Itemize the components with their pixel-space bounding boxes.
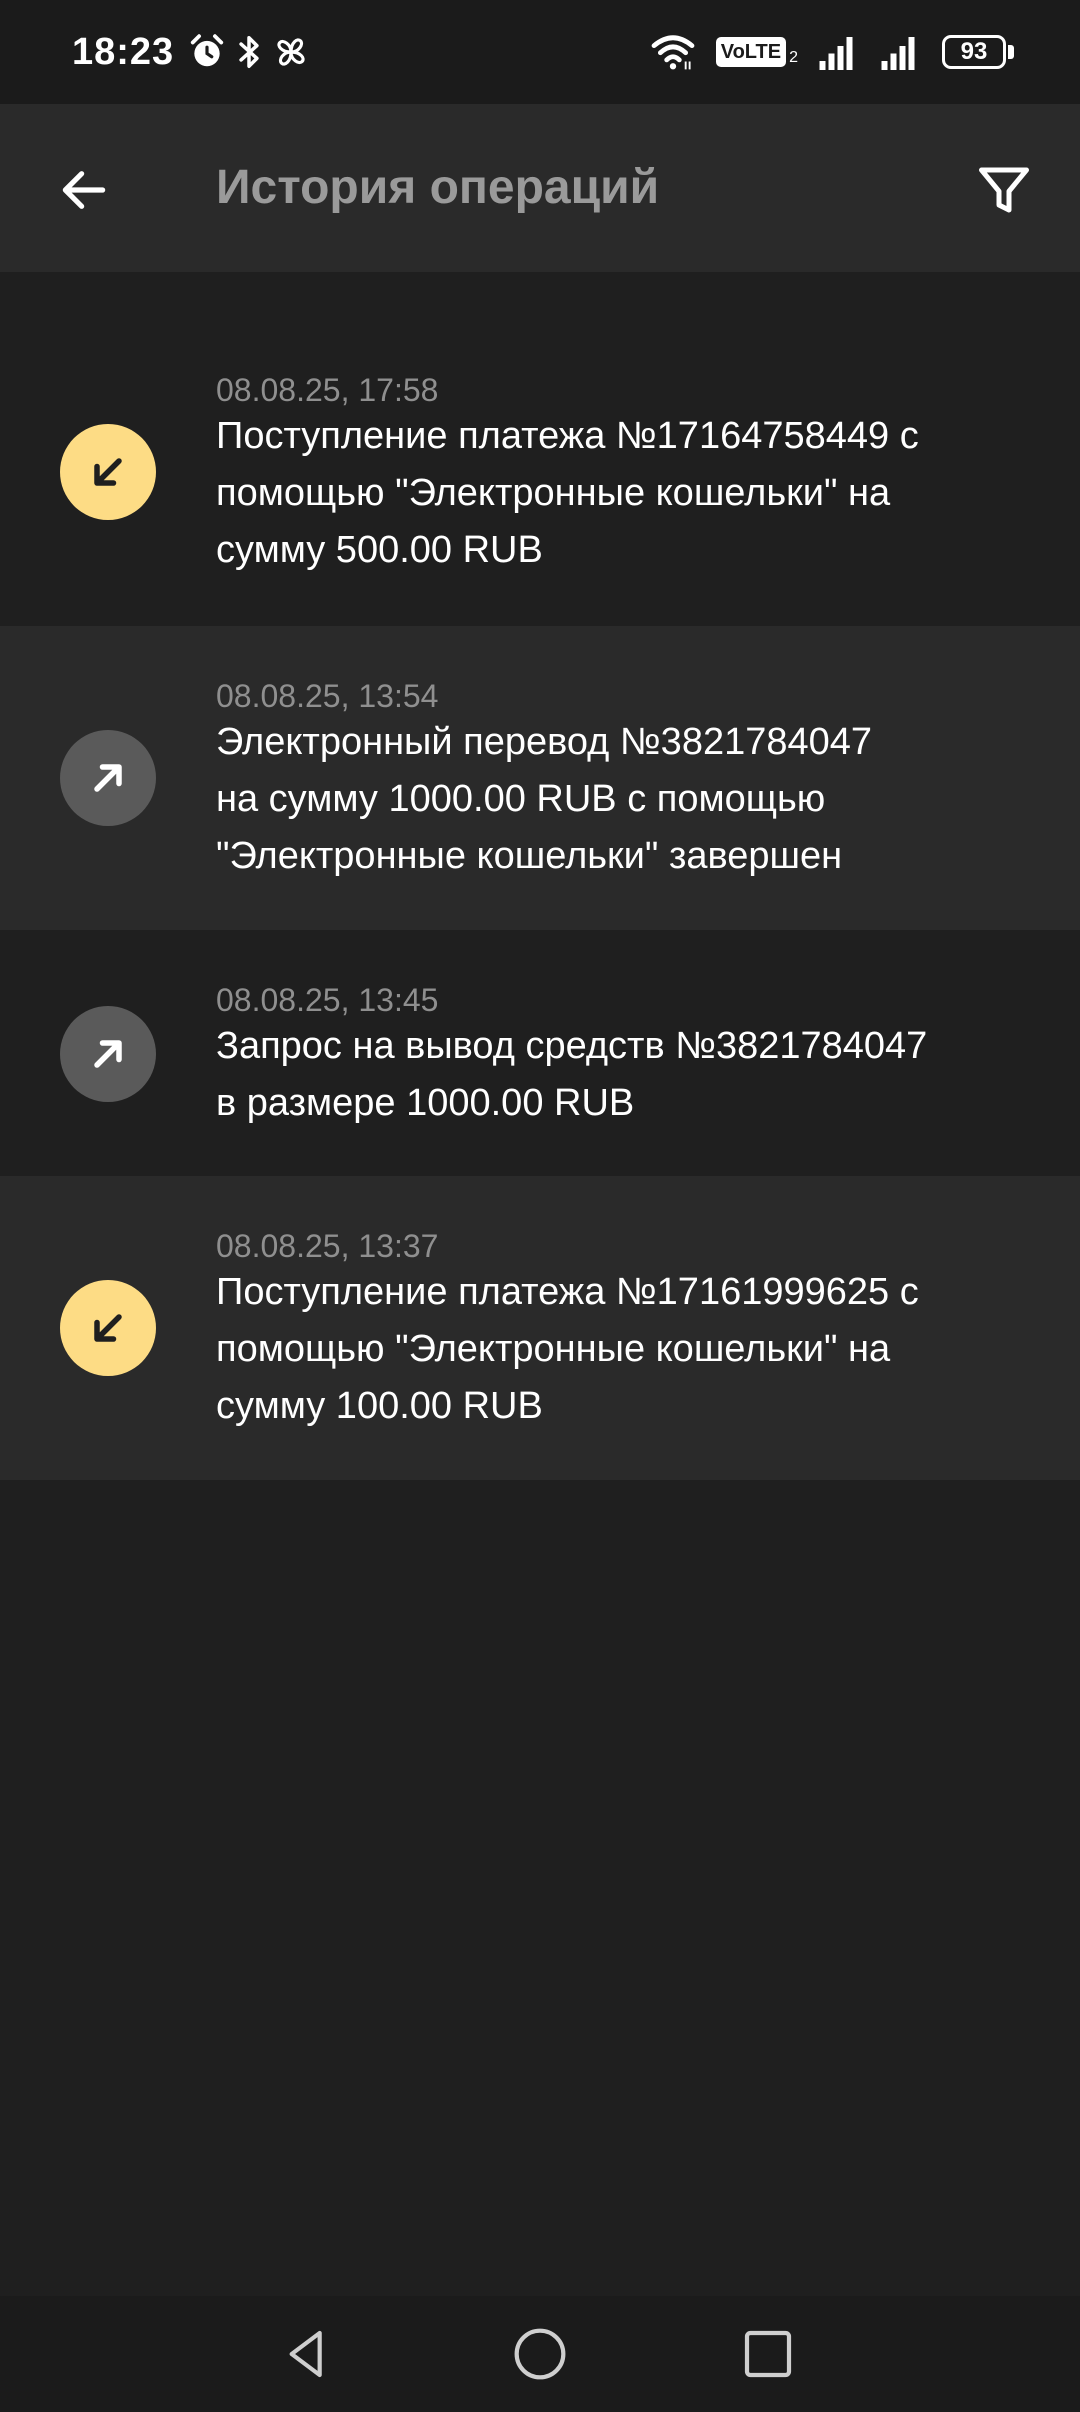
operation-description: Поступление платежа №17164758449 с помощ… [216, 415, 919, 571]
alarm-icon [188, 33, 226, 71]
screen: 18:23 VoLTE 2 93 История операций 08.08.… [0, 0, 1080, 2412]
volte-indicator: VoLTE 2 [715, 37, 798, 67]
battery-body: 93 [942, 35, 1006, 69]
nav-home-icon [514, 2328, 566, 2380]
operation-date: 08.08.25, 13:54 [216, 678, 439, 714]
operation-item[interactable]: 08.08.25, 13:45 Запрос на вывод средств … [0, 930, 1080, 1176]
status-left: 18:23 [72, 31, 310, 74]
operation-item[interactable]: 08.08.25, 17:58 Поступление платежа №171… [0, 272, 1080, 626]
status-icons-left [188, 33, 310, 71]
wifi-icon [650, 33, 696, 71]
back-button[interactable] [44, 150, 124, 230]
app-header: История операций [0, 104, 1080, 272]
status-time: 18:23 [72, 30, 175, 73]
signal-icon [818, 34, 860, 70]
operations-list: 08.08.25, 17:58 Поступление платежа №171… [0, 272, 1080, 1480]
signal-icon [880, 34, 922, 70]
battery-icon: 93 [942, 35, 1014, 69]
status-right: VoLTE 2 93 [650, 33, 1014, 71]
arrow-left-icon [62, 171, 106, 209]
outgoing-arrow-icon [60, 1006, 156, 1102]
page-title: История операций [216, 161, 660, 214]
incoming-arrow-icon [60, 424, 156, 520]
operation-description: Электронный перевод №3821784047 на сумму… [216, 721, 873, 877]
operation-date: 08.08.25, 13:45 [216, 982, 439, 1018]
outgoing-arrow-icon [60, 730, 156, 826]
operation-item[interactable]: 08.08.25, 13:54 Электронный перевод №382… [0, 626, 1080, 930]
nav-recents-icon [744, 2330, 792, 2378]
pinwheel-icon [272, 33, 310, 71]
incoming-arrow-icon [60, 1280, 156, 1376]
filter-button[interactable] [964, 150, 1044, 230]
volte-sim-number: 2 [789, 49, 798, 66]
operation-item[interactable]: 08.08.25, 13:37 Поступление платежа №171… [0, 1176, 1080, 1480]
operation-description: Запрос на вывод средств №3821784047 в ра… [216, 1025, 928, 1124]
status-bar: 18:23 VoLTE 2 93 [0, 0, 1080, 104]
battery-tip [1008, 45, 1014, 59]
filter-icon [979, 167, 1029, 213]
nav-recents-button[interactable] [732, 2318, 804, 2390]
nav-back-icon [289, 2330, 322, 2378]
battery-level: 93 [960, 38, 988, 65]
operation-date: 08.08.25, 13:37 [216, 1228, 439, 1264]
nav-home-button[interactable] [504, 2318, 576, 2390]
bluetooth-icon [234, 33, 264, 71]
nav-back-button[interactable] [272, 2318, 344, 2390]
operation-date: 08.08.25, 17:58 [216, 372, 439, 408]
system-nav-bar [0, 2296, 1080, 2412]
operation-description: Поступление платежа №17161999625 с помощ… [216, 1271, 919, 1427]
volte-label: VoLTE [715, 37, 787, 67]
